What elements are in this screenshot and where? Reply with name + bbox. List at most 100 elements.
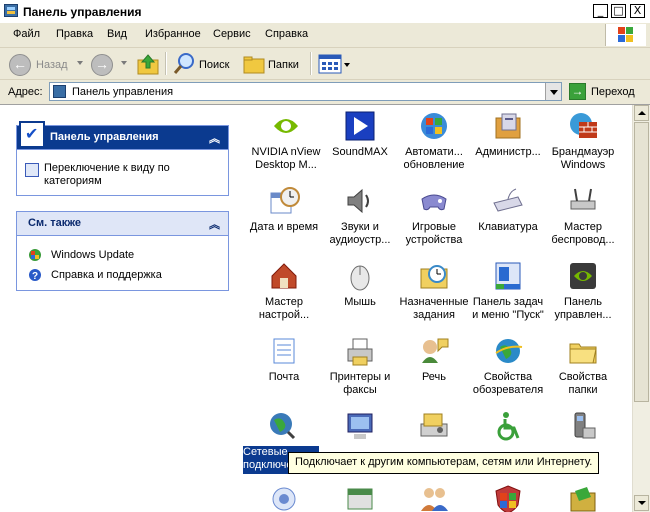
cp-item-internet-options[interactable]: Свойства обозревателя (469, 335, 547, 397)
accessibility-icon (497, 412, 520, 441)
item-label: Назначенные задания (399, 296, 469, 321)
collapse-chevron-icon[interactable]: ︽ (209, 216, 220, 232)
views-dropdown-icon (344, 63, 350, 67)
title-bar[interactable]: Панель управления _ □ X (0, 0, 650, 22)
item-label: Клавиатура (478, 221, 538, 233)
cp-item-add-remove[interactable] (544, 483, 622, 512)
scroll-thumb[interactable] (634, 122, 649, 402)
auto-update-icon (421, 113, 447, 139)
cp-item-nvidia-nview[interactable]: NVIDIA nView Desktop M... (247, 110, 325, 172)
cp-item-admin-tools[interactable]: Администр... (469, 110, 547, 159)
menu-edit[interactable]: Правка (56, 28, 93, 40)
fonts-icon (347, 488, 373, 510)
cp-item-auto-update[interactable]: Автомати... обновление (395, 110, 473, 172)
toolbar-separator (165, 52, 167, 75)
back-button[interactable]: ← Назад (6, 50, 76, 77)
cp-item-folder-options[interactable]: Свойства папки (544, 335, 622, 397)
views-button[interactable] (316, 50, 352, 77)
scroll-down-icon[interactable] (634, 495, 649, 511)
printers-icon (347, 338, 373, 366)
cp-item-nvidia-control-panel[interactable]: Панель управлен... (544, 260, 622, 322)
help-support-link[interactable]: Справка и поддержка (51, 269, 162, 282)
windows-flag-icon (618, 27, 634, 43)
item-label: SoundMAX (332, 146, 388, 158)
search-button[interactable]: Поиск (170, 50, 232, 77)
cp-item-scanners[interactable] (395, 410, 473, 446)
item-label: Игровые устройства (405, 221, 463, 246)
system-icon (347, 413, 373, 439)
cp-item-sound[interactable]: Звуки и аудиоустр... (321, 185, 399, 247)
cp-item-network-setup[interactable]: Мастер настрой... (245, 260, 323, 322)
mail-icon (273, 338, 295, 364)
item-label: Автомати... обновление (403, 146, 465, 171)
item-label: NVIDIA nView Desktop M... (251, 146, 321, 171)
menu-view[interactable]: Вид (107, 28, 127, 40)
address-field[interactable]: Панель управления (49, 82, 562, 101)
help-icon: ? (28, 268, 42, 282)
folders-icon (243, 56, 265, 74)
scroll-up-icon[interactable] (634, 105, 649, 121)
search-label: Поиск (199, 59, 230, 71)
back-arrow-icon: ← (9, 54, 31, 76)
display-icon (272, 487, 296, 511)
address-dropdown-icon[interactable] (545, 83, 561, 100)
folders-button[interactable]: Папки (240, 50, 304, 77)
back-label: Назад (36, 59, 68, 71)
item-label: Брандмауэр Windows (551, 146, 615, 171)
cp-item-keyboard[interactable]: Клавиатура (469, 185, 547, 234)
close-button[interactable]: X (630, 4, 645, 18)
go-button[interactable]: Переход (591, 86, 635, 98)
cp-item-soundmax[interactable]: SoundMAX (321, 110, 399, 159)
internet-options-icon (495, 339, 523, 363)
minimize-button[interactable]: _ (593, 4, 608, 18)
cp-item-speech[interactable]: Речь (395, 335, 473, 384)
tooltip: Подключает к другим компьютерам, сетям и… (288, 452, 600, 474)
vertical-scrollbar[interactable] (632, 105, 650, 512)
content-area: Панель управления ︽ Переключение к виду … (0, 105, 632, 512)
control-panel-box-header[interactable]: Панель управления ︽ (17, 121, 228, 150)
cp-item-phone-modem[interactable] (544, 410, 622, 446)
cp-item-mouse[interactable]: Мышь (321, 260, 399, 309)
admin-tools-icon (495, 113, 521, 139)
cp-item-wireless-wizard[interactable]: Мастер беспровод... (544, 185, 622, 247)
go-arrow-icon[interactable]: → (569, 83, 586, 100)
control-panel-box: Панель управления ︽ Переключение к виду … (16, 121, 229, 196)
windows-update-icon (28, 248, 42, 262)
windows-update-link[interactable]: Windows Update (51, 249, 134, 262)
cp-item-fonts[interactable] (321, 483, 399, 512)
collapse-chevron-icon[interactable]: ︽ (209, 130, 220, 146)
cp-item-security-center[interactable] (469, 483, 547, 512)
cp-item-firewall[interactable]: Брандмауэр Windows (544, 110, 622, 172)
control-panel-window: Панель управления _ □ X Файл Правка Вид … (0, 0, 650, 512)
switch-category-view-link[interactable]: Переключение к виду по категориям (44, 162, 224, 188)
cp-item-accessibility[interactable] (469, 410, 547, 446)
speech-icon (422, 338, 449, 363)
menu-help[interactable]: Справка (265, 28, 308, 40)
cp-item-system[interactable] (321, 410, 399, 446)
cp-item-user-accounts[interactable] (395, 483, 473, 512)
address-label: Адрес: (8, 86, 43, 98)
cp-item-game-controllers[interactable]: Игровые устройства (395, 185, 473, 247)
cp-item-mail[interactable]: Почта (245, 335, 323, 384)
maximize-button[interactable]: □ (611, 4, 626, 18)
forward-dropdown-icon[interactable] (121, 61, 127, 65)
menu-file[interactable]: Файл (13, 28, 40, 40)
see-also-box: См. также ︽ Windows Update ? Справка и п… (16, 211, 229, 291)
cp-item-scheduled-tasks[interactable]: Назначенные задания (395, 260, 473, 322)
cp-item-taskbar[interactable]: Панель задач и меню "Пуск" (469, 260, 547, 322)
task-pane: Панель управления ︽ Переключение к виду … (0, 105, 240, 512)
up-folder-icon (137, 54, 159, 75)
back-dropdown-icon[interactable] (77, 61, 83, 65)
menu-tools[interactable]: Сервис (213, 28, 251, 40)
menu-favorites[interactable]: Избранное (145, 28, 201, 40)
cp-item-date-time[interactable]: Дата и время (245, 185, 323, 234)
see-also-header[interactable]: См. также ︽ (17, 212, 228, 236)
cp-item-display[interactable] (245, 483, 323, 512)
cp-item-printers[interactable]: Принтеры и факсы (321, 335, 399, 397)
forward-button[interactable]: → (88, 50, 118, 77)
up-folder-button[interactable] (134, 50, 162, 77)
item-label: Панель задач и меню "Пуск" (472, 296, 544, 321)
sound-icon (347, 188, 369, 214)
user-accounts-icon (421, 488, 448, 511)
keyboard-icon (493, 188, 523, 212)
